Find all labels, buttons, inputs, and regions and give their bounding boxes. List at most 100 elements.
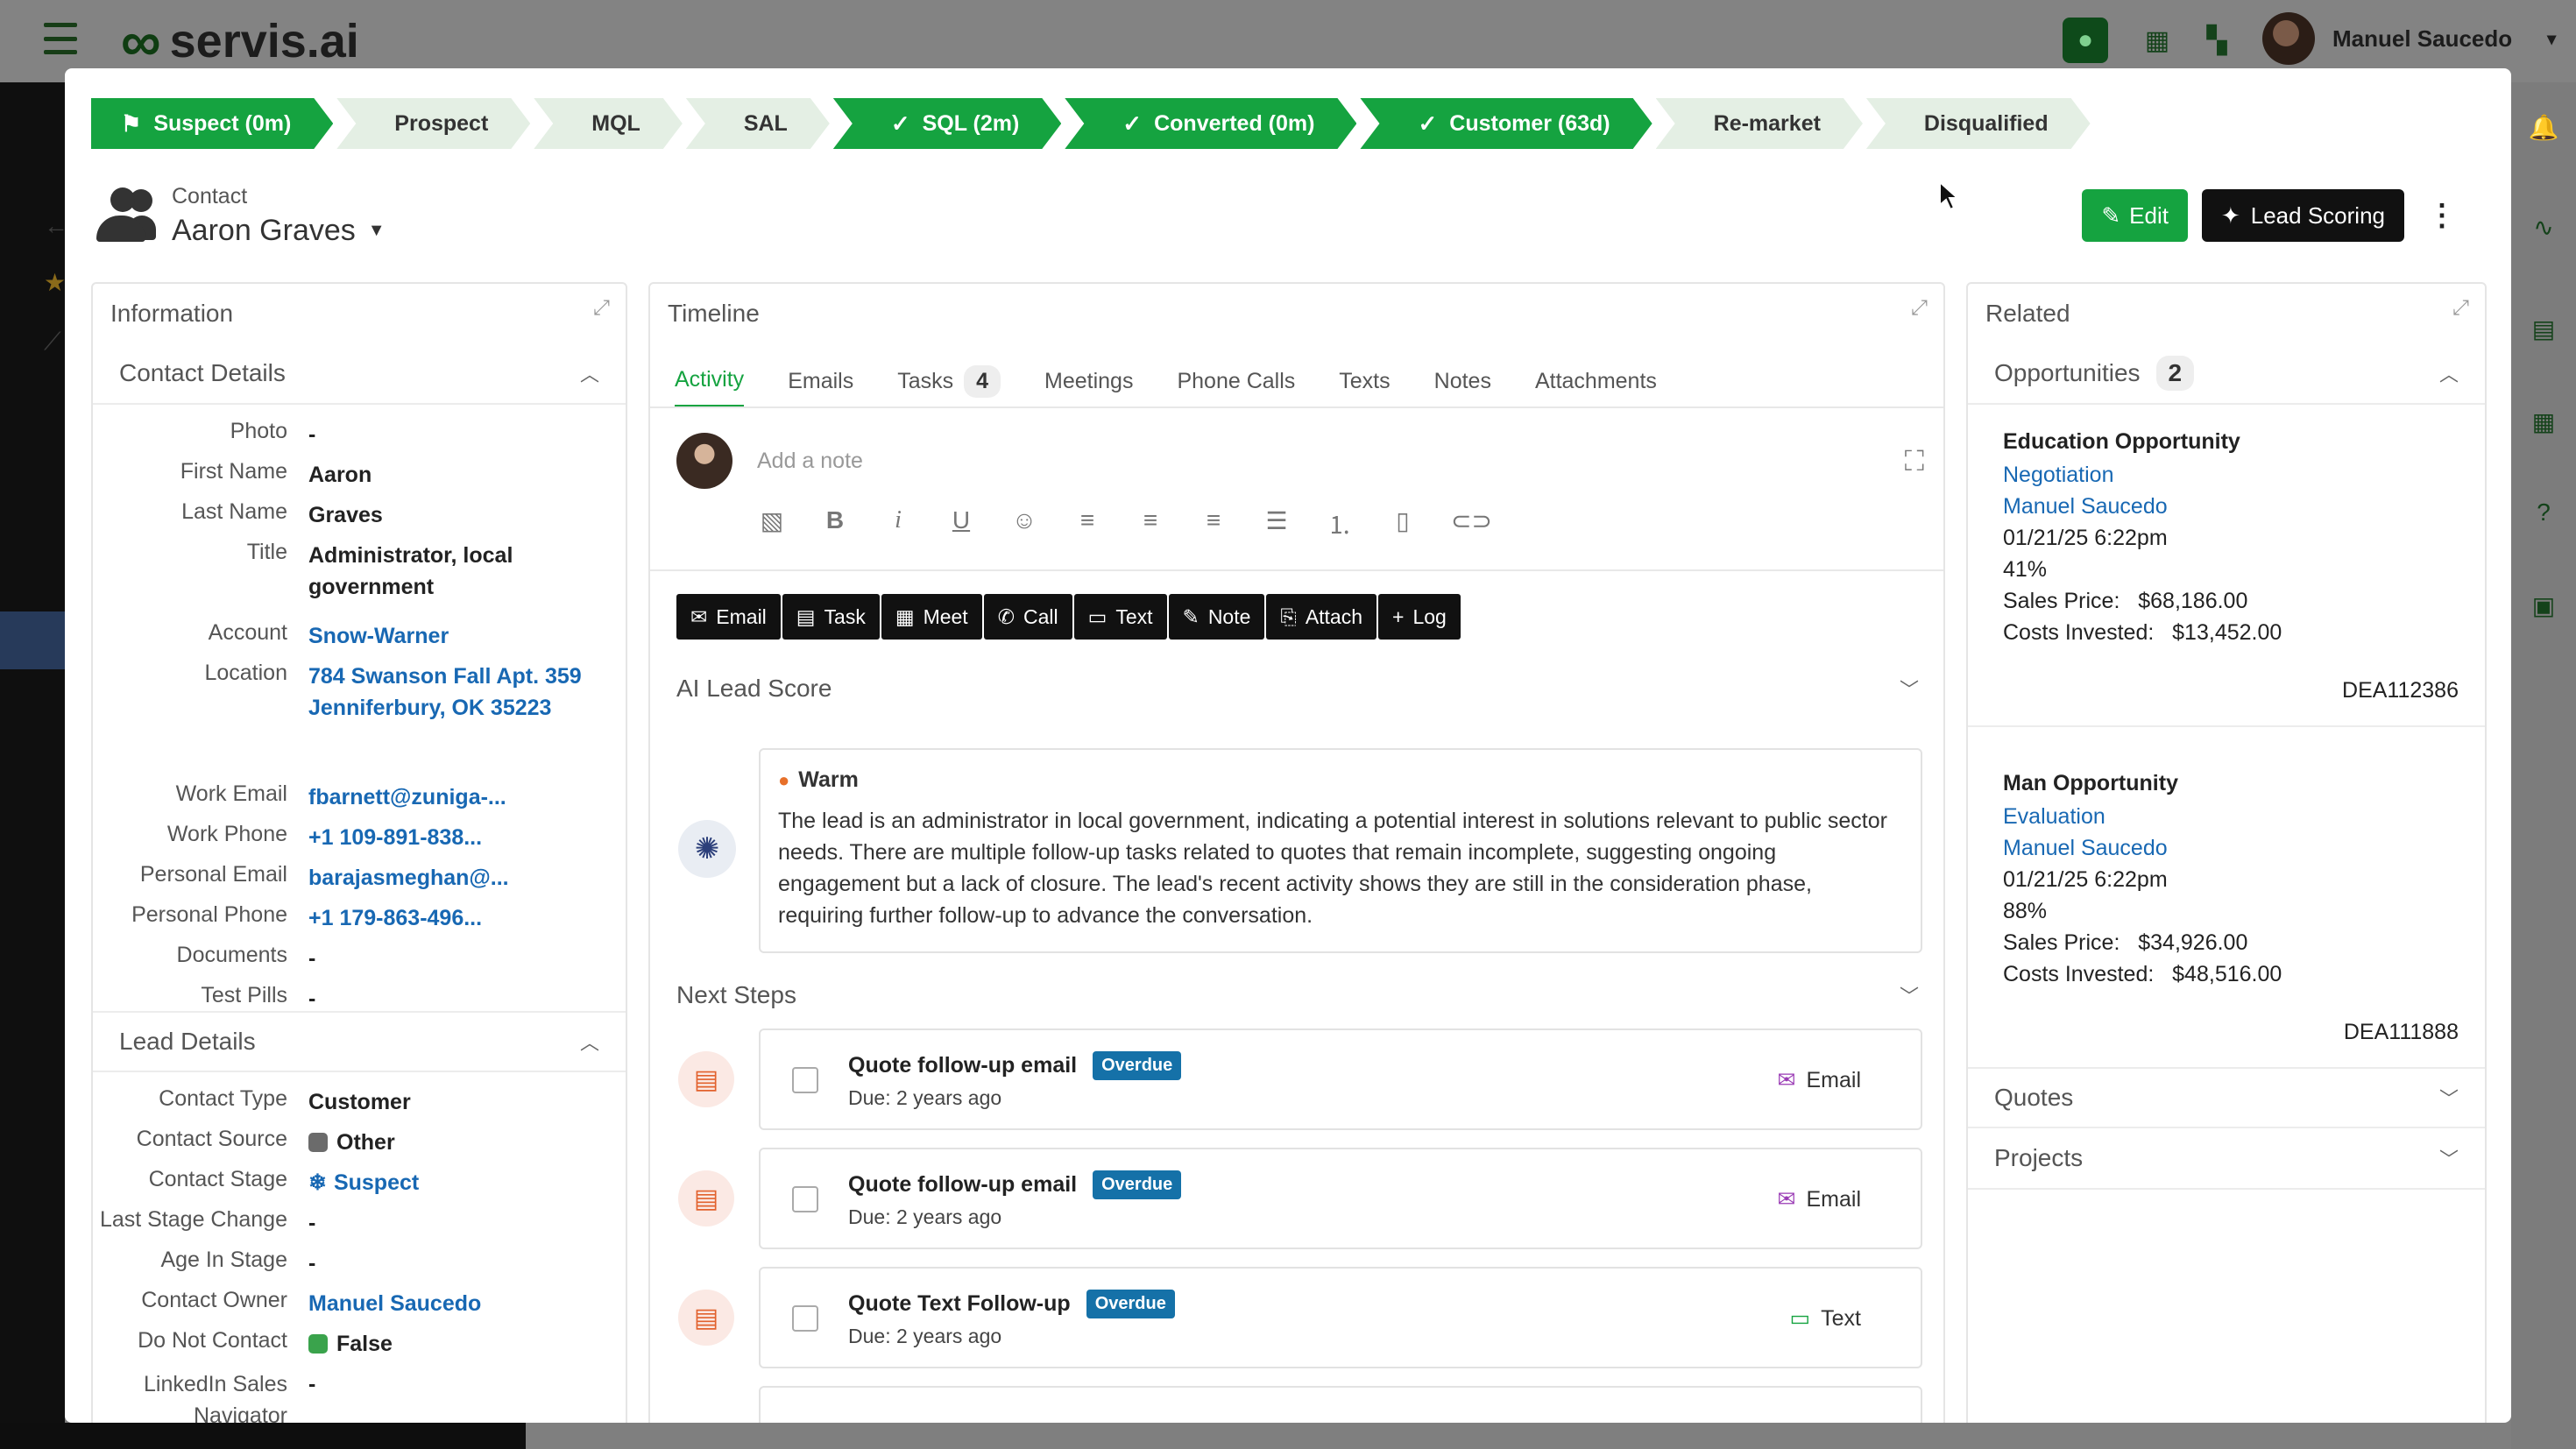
numbered-list-icon[interactable]: ⒈ (1325, 506, 1355, 541)
ai-lead-score-header[interactable]: AI Lead Score ﹀ (676, 675, 1919, 703)
tab-activity[interactable]: Activity (675, 354, 745, 408)
chart-icon[interactable]: ⟋ (44, 328, 61, 357)
tab-emails[interactable]: Emails (788, 354, 853, 408)
align-left-icon[interactable]: ≡ (1072, 506, 1102, 541)
calendar-icon[interactable]: ▦ (2134, 18, 2180, 63)
terminal-icon[interactable]: ▣ (2527, 589, 2560, 622)
star-icon[interactable]: ★ (44, 268, 66, 297)
field-documents: Documents - (176, 943, 316, 971)
opportunity-owner[interactable]: Manuel Saucedo (2003, 491, 2459, 522)
opportunity-stage[interactable]: Evaluation (2003, 801, 2459, 832)
lead-scoring-button[interactable]: ✦ Lead Scoring (2201, 189, 2404, 242)
stage-mql[interactable]: MQL (534, 98, 683, 149)
sidebar-active-item[interactable] (0, 611, 65, 669)
file-icon[interactable]: ▯ (1388, 506, 1418, 541)
next-step-card[interactable]: Quote Text Follow-up Overdue Due: 2 years… (759, 1267, 1922, 1368)
location-link[interactable]: 784 Swanson Fall Apt. 359 Jenniferbury, … (308, 661, 589, 724)
personal-email-link[interactable]: barajasmeghan@... (308, 862, 589, 894)
bold-icon[interactable]: B (820, 506, 850, 541)
step-checkbox[interactable] (792, 1067, 818, 1093)
tab-attachments[interactable]: Attachments (1535, 354, 1657, 408)
account-link[interactable]: Snow-Warner (308, 620, 589, 652)
italic-icon[interactable]: i (883, 506, 913, 541)
align-center-icon[interactable]: ≡ (1136, 506, 1165, 541)
app-footer (0, 1423, 526, 1449)
image-icon[interactable]: ▧ (757, 506, 787, 541)
chevron-down-icon: ﹀ (2438, 1088, 2459, 1110)
note-action-button[interactable]: ✎ Note (1168, 594, 1265, 640)
stage-sal[interactable]: SAL (686, 98, 830, 149)
stage-suspect[interactable]: ⚑ Suspect (0m) (91, 98, 333, 149)
text-action-button[interactable]: ▭ Text (1073, 594, 1167, 640)
call-action-button[interactable]: ✆ Call (983, 594, 1072, 640)
opportunity-stage[interactable]: Negotiation (2003, 459, 2459, 491)
help-icon[interactable]: ? (2527, 496, 2560, 529)
step-checkbox[interactable] (792, 1305, 818, 1332)
link-icon[interactable]: ⊂⊃ (1451, 506, 1492, 541)
magic-wand-icon: ✦ (2220, 201, 2240, 229)
opportunities-header[interactable]: Opportunities 2 ︿ (1968, 343, 2485, 405)
caret-down-icon: ▼ (367, 221, 386, 240)
stage-converted[interactable]: ✓ Converted (0m) (1065, 98, 1356, 149)
contact-details-header[interactable]: Contact Details ︿ (93, 343, 626, 405)
microphone-icon[interactable]: ● (2063, 18, 2108, 63)
hamburger-menu-icon[interactable] (44, 23, 77, 54)
expand-icon[interactable]: ⤢ (593, 296, 610, 321)
tab-meetings[interactable]: Meetings (1044, 354, 1133, 408)
quotes-header[interactable]: Quotes ﹀ (1968, 1067, 2485, 1128)
align-right-icon[interactable]: ≡ (1199, 506, 1228, 541)
owner-link[interactable]: Manuel Saucedo (308, 1288, 589, 1319)
close-icon[interactable]: ✕ (2483, 93, 2511, 126)
calendar-icon[interactable]: ▦ (2527, 405, 2560, 438)
lead-details-header[interactable]: Lead Details ︿ (93, 1011, 626, 1072)
opportunity-card[interactable]: Education Opportunity Negotiation Manuel… (2003, 424, 2459, 703)
log-action-button[interactable]: + Log (1378, 594, 1461, 640)
opportunity-card[interactable]: Man Opportunity Evaluation Manuel Sauced… (2003, 766, 2459, 1044)
next-step-card[interactable]: Quote follow-up email Overdue Due: 2 year… (759, 1148, 1922, 1249)
opportunity-name[interactable]: Man Opportunity (2003, 766, 2459, 801)
app-sidebar: ← ★ ⟋ (0, 82, 68, 1449)
activity-icon[interactable]: ∿ (2527, 210, 2560, 244)
stage-prospect[interactable]: Prospect (336, 98, 530, 149)
next-step-card[interactable]: Quote follow-up email Overdue Due: 2 year… (759, 1028, 1922, 1130)
projects-header[interactable]: Projects ﹀ (1968, 1128, 2485, 1190)
work-email-link[interactable]: fbarnett@zuniga-... (308, 781, 589, 813)
personal-phone-link[interactable]: +1 179-863-496... (308, 902, 589, 934)
stage-customer[interactable]: ✓ Customer (63d) (1360, 98, 1652, 149)
expand-icon[interactable]: ⤢ (1911, 296, 1928, 321)
work-phone-link[interactable]: +1 109-891-838... (308, 822, 589, 853)
attach-action-button[interactable]: ⎘ Attach (1266, 594, 1377, 640)
note-input[interactable]: Add a note (757, 449, 863, 474)
user-menu[interactable]: Manuel Saucedo ▾ (2262, 12, 2556, 65)
field-contact-type: Contact Type Customer (159, 1086, 411, 1114)
bullet-list-icon[interactable]: ☰ (1262, 506, 1292, 541)
expand-icon[interactable]: ⤢ (2441, 93, 2462, 119)
bell-icon[interactable]: 🔔 (2527, 110, 2560, 144)
clipboard-icon[interactable]: ▤ (2527, 312, 2560, 345)
apps-grid-icon[interactable]: ▚ (2194, 18, 2240, 63)
tab-tasks[interactable]: Tasks 4 (897, 354, 1001, 408)
email-action-button[interactable]: ✉ Email (676, 594, 781, 640)
more-options-icon[interactable]: ⋮ (2418, 198, 2466, 233)
edit-button[interactable]: ✎ Edit (2082, 189, 2188, 242)
tab-phone-calls[interactable]: Phone Calls (1177, 354, 1295, 408)
emoji-icon[interactable]: ☺ (1009, 506, 1039, 541)
tab-notes[interactable]: Notes (1434, 354, 1491, 408)
fullscreen-icon[interactable]: ⛶ (1905, 445, 1924, 478)
app-logo[interactable]: ∞ servis.ai (121, 9, 359, 74)
sales-price: Sales Price: $34,926.00 (2003, 930, 2248, 955)
stage-sql[interactable]: ✓ SQL (2m) (833, 98, 1061, 149)
opportunity-name[interactable]: Education Opportunity (2003, 424, 2459, 459)
expand-icon[interactable]: ⤢ (2452, 296, 2469, 321)
tab-texts[interactable]: Texts (1339, 354, 1390, 408)
next-steps-header[interactable]: Next Steps ﹀ (676, 981, 1919, 1009)
next-step-card[interactable] (759, 1386, 1922, 1423)
underline-icon[interactable]: U (946, 506, 976, 541)
meet-action-button[interactable]: ▦ Meet (881, 594, 982, 640)
step-checkbox[interactable] (792, 1186, 818, 1212)
stage-disqualified[interactable]: Disqualified (1866, 98, 2091, 149)
task-action-button[interactable]: ▤ Task (782, 594, 880, 640)
contact-name-dropdown[interactable]: Aaron Graves ▼ (172, 214, 386, 248)
opportunity-owner[interactable]: Manuel Saucedo (2003, 832, 2459, 864)
stage-remarket[interactable]: Re-market (1656, 98, 1863, 149)
